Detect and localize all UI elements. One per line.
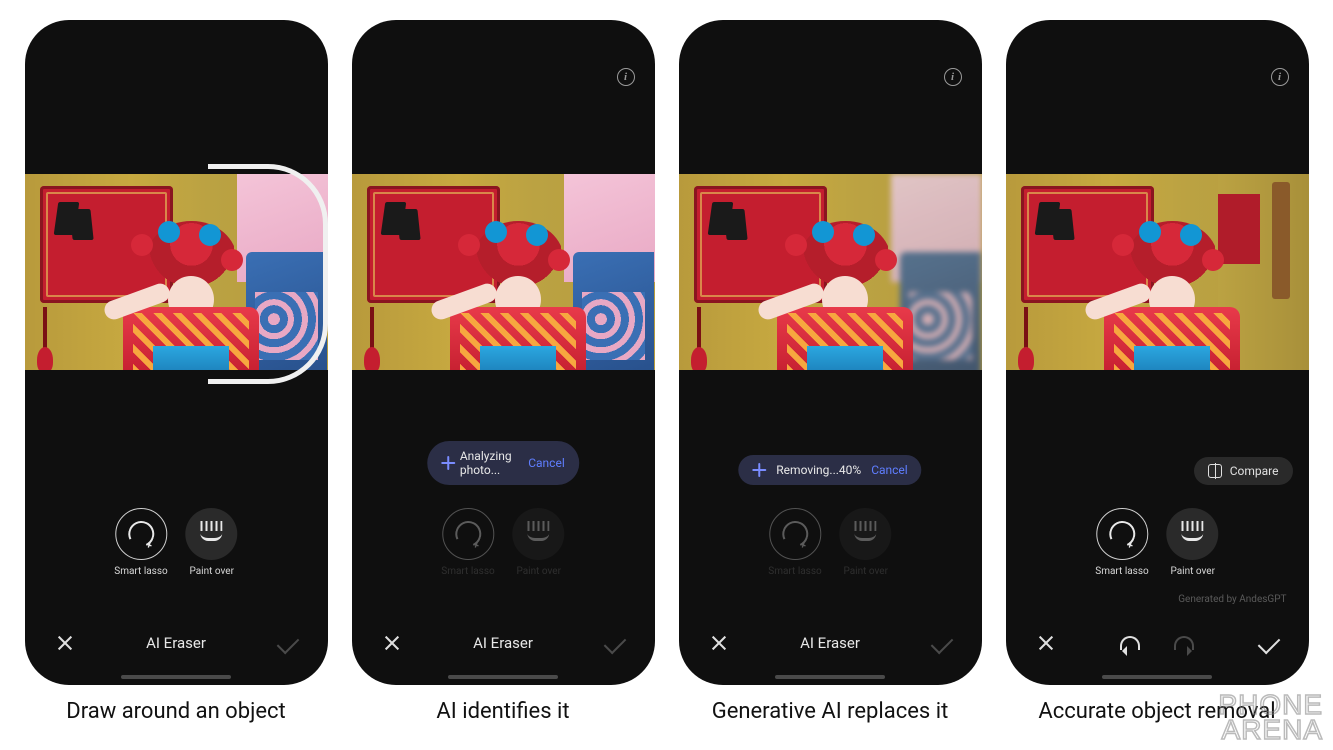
paint-over-tool[interactable]: Paint over bbox=[186, 508, 238, 577]
close-button[interactable] bbox=[1034, 631, 1058, 655]
smart-lasso-tool: Smart lasso bbox=[441, 508, 494, 577]
home-indicator bbox=[775, 675, 885, 679]
bottom-bar: AI Eraser bbox=[679, 615, 982, 671]
caption: AI identifies it bbox=[436, 699, 569, 724]
redo-icon bbox=[1174, 636, 1194, 650]
cancel-button[interactable]: Cancel bbox=[528, 456, 565, 470]
undo-icon bbox=[1120, 636, 1140, 650]
generated-by-label: Generated by AndesGPT bbox=[1178, 594, 1286, 605]
smart-lasso-tool[interactable]: Smart lasso bbox=[1095, 508, 1148, 577]
screen-title: AI Eraser bbox=[800, 634, 860, 652]
bottom-bar bbox=[1006, 615, 1309, 671]
home-indicator bbox=[1102, 675, 1212, 679]
sparkle-icon bbox=[441, 456, 450, 470]
info-icon[interactable]: i bbox=[1271, 68, 1289, 86]
smart-lasso-label: Smart lasso bbox=[1095, 566, 1148, 577]
paint-over-tool: Paint over bbox=[513, 508, 565, 577]
photo-area bbox=[352, 174, 655, 370]
status-bar bbox=[1006, 20, 1309, 64]
edited-photo[interactable] bbox=[25, 174, 328, 370]
phone-frame: i Compare Smart lasso bbox=[1006, 20, 1309, 685]
lasso-icon bbox=[778, 517, 811, 550]
photo-area bbox=[679, 174, 982, 370]
edited-photo[interactable] bbox=[352, 174, 655, 370]
watermark: PHONE ARENA bbox=[1218, 692, 1323, 742]
status-text: Analyzing photo... bbox=[460, 449, 518, 477]
edited-photo[interactable] bbox=[1006, 174, 1309, 370]
phone-frame: i Removing...40% Cancel bbox=[679, 20, 982, 685]
close-icon bbox=[56, 634, 74, 652]
photo-area bbox=[1006, 174, 1309, 370]
close-button[interactable] bbox=[707, 631, 731, 655]
confirm-button bbox=[603, 631, 627, 655]
status-pill: Analyzing photo... Cancel bbox=[427, 441, 579, 485]
tool-row: Smart lasso Paint over bbox=[1095, 508, 1218, 577]
close-button[interactable] bbox=[53, 631, 77, 655]
close-icon bbox=[383, 634, 401, 652]
screen-title: AI Eraser bbox=[473, 634, 533, 652]
bottom-bar: AI Eraser bbox=[352, 615, 655, 671]
compare-button[interactable]: Compare bbox=[1194, 457, 1293, 485]
cancel-button[interactable]: Cancel bbox=[871, 463, 908, 477]
smart-lasso-label: Smart lasso bbox=[768, 566, 821, 577]
bottom-bar: AI Eraser bbox=[25, 615, 328, 671]
home-indicator bbox=[448, 675, 558, 679]
tool-row: Smart lasso Paint over bbox=[768, 508, 891, 577]
photo-area bbox=[25, 174, 328, 370]
paint-over-label: Paint over bbox=[189, 566, 234, 577]
paint-over-label: Paint over bbox=[1170, 566, 1215, 577]
tool-row: Smart lasso Paint over bbox=[114, 508, 237, 577]
caption: Draw around an object bbox=[66, 699, 285, 724]
status-text: Removing...40% bbox=[776, 463, 861, 477]
caption: Generative AI replaces it bbox=[712, 699, 949, 724]
status-bar bbox=[679, 20, 982, 64]
home-indicator bbox=[121, 675, 231, 679]
paint-over-tool[interactable]: Paint over bbox=[1167, 508, 1219, 577]
sparkle-icon bbox=[752, 463, 766, 477]
status-bar bbox=[352, 20, 655, 64]
phone-frame: Smart lasso Paint over AI Eraser bbox=[25, 20, 328, 685]
compare-label: Compare bbox=[1230, 464, 1279, 478]
confirm-button[interactable] bbox=[1257, 631, 1281, 655]
status-bar bbox=[25, 20, 328, 64]
close-icon bbox=[1037, 634, 1055, 652]
paint-over-label: Paint over bbox=[843, 566, 888, 577]
undo-button[interactable] bbox=[1118, 631, 1142, 655]
close-button[interactable] bbox=[380, 631, 404, 655]
status-pill: Removing...40% Cancel bbox=[738, 455, 921, 485]
screen-title: AI Eraser bbox=[146, 634, 206, 652]
watermark-line2: ARENA bbox=[1218, 717, 1323, 742]
check-icon bbox=[603, 632, 626, 655]
paint-icon bbox=[855, 527, 877, 541]
check-icon bbox=[930, 632, 953, 655]
paint-over-label: Paint over bbox=[516, 566, 561, 577]
tool-row: Smart lasso Paint over bbox=[441, 508, 564, 577]
lasso-icon bbox=[451, 517, 484, 550]
confirm-button bbox=[930, 631, 954, 655]
confirm-button bbox=[276, 631, 300, 655]
info-icon[interactable]: i bbox=[944, 68, 962, 86]
edited-photo[interactable] bbox=[679, 174, 982, 370]
lasso-icon bbox=[124, 517, 157, 550]
check-icon bbox=[276, 632, 299, 655]
smart-lasso-label: Smart lasso bbox=[441, 566, 494, 577]
info-icon[interactable]: i bbox=[617, 68, 635, 86]
paint-icon bbox=[528, 527, 550, 541]
smart-lasso-tool: Smart lasso bbox=[768, 508, 821, 577]
smart-lasso-label: Smart lasso bbox=[114, 566, 167, 577]
close-icon bbox=[710, 634, 728, 652]
paint-icon bbox=[1182, 527, 1204, 541]
smart-lasso-tool[interactable]: Smart lasso bbox=[114, 508, 167, 577]
compare-icon bbox=[1208, 464, 1222, 478]
paint-over-tool: Paint over bbox=[840, 508, 892, 577]
lasso-icon bbox=[1105, 517, 1138, 550]
redo-button bbox=[1172, 631, 1196, 655]
check-icon bbox=[1257, 632, 1280, 655]
paint-icon bbox=[201, 527, 223, 541]
phone-frame: i Analyzing photo... Cancel bbox=[352, 20, 655, 685]
